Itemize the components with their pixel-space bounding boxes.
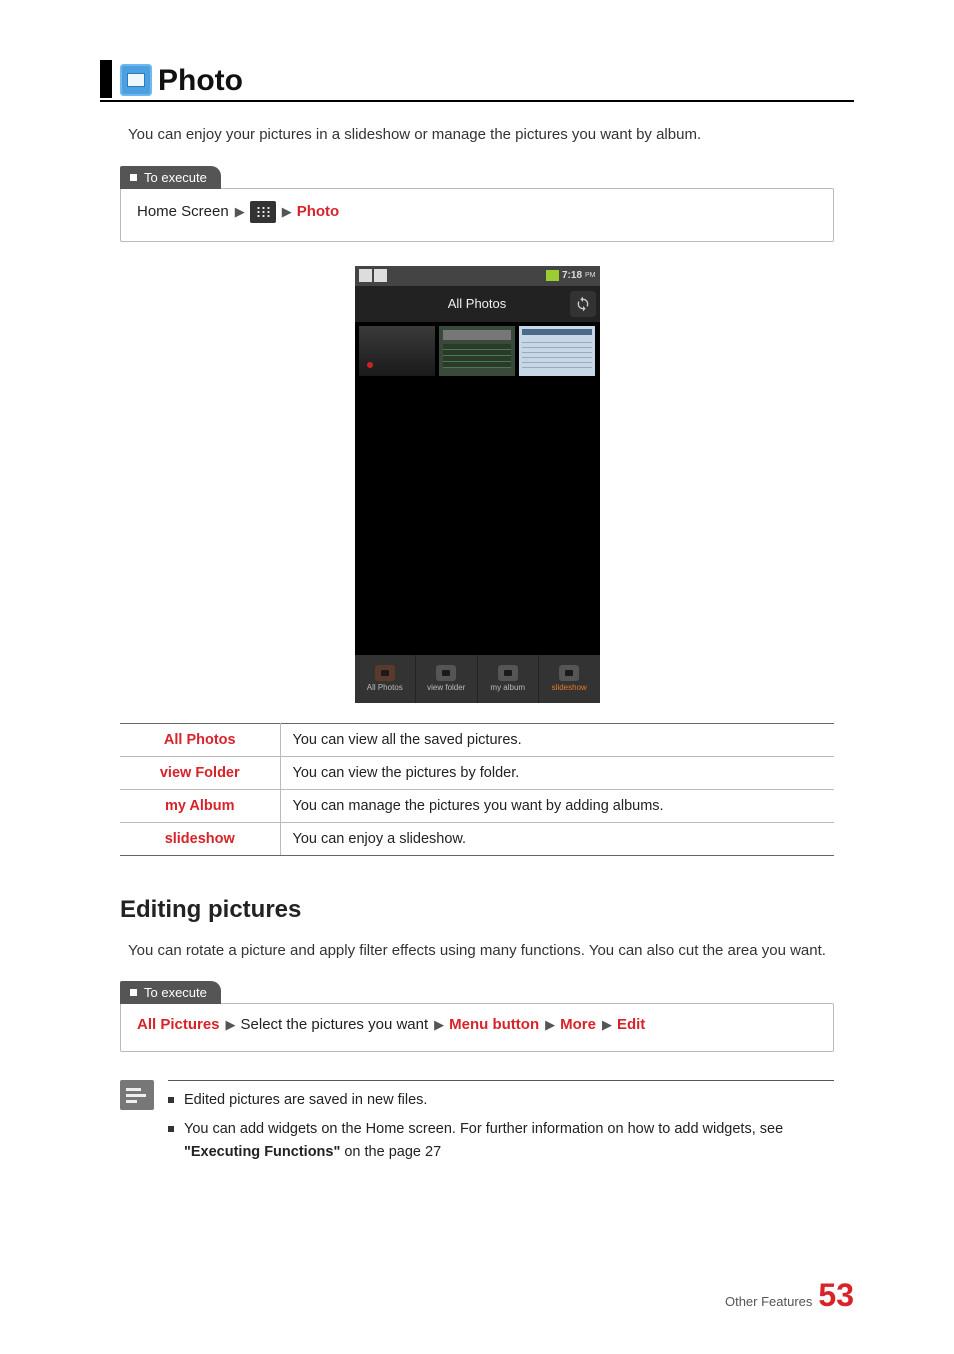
feature-desc: You can enjoy a slideshow. [280, 822, 834, 855]
feature-name: All Photos [120, 723, 280, 756]
feature-name: my Album [120, 789, 280, 822]
table-row: All Photos You can view all the saved pi… [120, 723, 834, 756]
to-execute-tab: To execute [120, 166, 221, 189]
thumbnail[interactable] [359, 326, 435, 376]
battery-icon [546, 270, 559, 281]
to-execute-label: To execute [144, 170, 207, 185]
to-execute-label: To execute [144, 985, 207, 1000]
chevron-icon: ▶ [545, 1017, 554, 1033]
debug-icon [374, 269, 387, 282]
note-text: on the page 27 [340, 1144, 441, 1160]
intro-text: You can enjoy your pictures in a slidesh… [128, 124, 854, 147]
bullet-square-icon [130, 989, 137, 996]
path-all-pictures: All Pictures [137, 1016, 220, 1033]
to-execute-tab: To execute [120, 981, 221, 1004]
apps-grid-icon [250, 201, 276, 223]
feature-desc: You can manage the pictures you want by … [280, 789, 834, 822]
album-icon [498, 665, 518, 681]
page-number: 53 [818, 1277, 854, 1314]
feature-name: slideshow [120, 822, 280, 855]
subsection-intro: You can rotate a picture and apply filte… [128, 940, 854, 963]
phone-screenshot: 7:18 PM All Photos All Photos view folde… [355, 266, 600, 703]
thumbnail[interactable] [439, 326, 515, 376]
status-bar: 7:18 PM [355, 266, 600, 286]
note-block: Edited pictures are saved in new files. … [120, 1080, 834, 1171]
note-ref: "Executing Functions" [184, 1144, 340, 1160]
tab-label: view folder [427, 683, 465, 692]
table-row: slideshow You can enjoy a slideshow. [120, 822, 834, 855]
usb-icon [359, 269, 372, 282]
photo-app-icon [120, 64, 152, 96]
chevron-icon: ▶ [602, 1017, 611, 1033]
note-text: You can add widgets on the Home screen. … [184, 1121, 783, 1137]
tab-label: slideshow [552, 683, 587, 692]
note-item: You can add widgets on the Home screen. … [168, 1118, 834, 1164]
page-footer: Other Features 53 [725, 1277, 854, 1314]
phone-screen-title: All Photos [448, 296, 507, 311]
phone-canvas [355, 380, 600, 655]
section-header: Photo [100, 60, 854, 102]
footer-section: Other Features [725, 1294, 812, 1309]
tab-slideshow[interactable]: slideshow [539, 655, 600, 703]
tab-my-album[interactable]: my album [478, 655, 540, 703]
path-home-screen: Home Screen [137, 203, 229, 220]
bullet-square-icon [130, 174, 137, 181]
chevron-icon: ▶ [434, 1017, 443, 1033]
chevron-icon: ▶ [226, 1017, 235, 1033]
status-time-suffix: PM [585, 272, 596, 279]
chevron-icon: ▶ [282, 204, 291, 220]
refresh-icon [575, 296, 591, 312]
table-row: view Folder You can view the pictures by… [120, 756, 834, 789]
feature-name: view Folder [120, 756, 280, 789]
note-item: Edited pictures are saved in new files. [168, 1089, 834, 1112]
feature-table: All Photos You can view all the saved pi… [120, 723, 834, 856]
refresh-button[interactable] [570, 291, 596, 317]
slideshow-icon [559, 665, 579, 681]
feature-desc: You can view the pictures by folder. [280, 756, 834, 789]
note-icon [120, 1080, 154, 1110]
tab-label: All Photos [367, 683, 403, 692]
tab-view-folder[interactable]: view folder [416, 655, 478, 703]
all-photos-icon [375, 665, 395, 681]
to-execute-path: Home Screen ▶ ▶ Photo [120, 188, 834, 242]
path-menu-button: Menu button [449, 1016, 539, 1033]
path-photo: Photo [297, 203, 340, 220]
chevron-icon: ▶ [235, 204, 244, 220]
status-time: 7:18 [562, 270, 582, 281]
tab-label: my album [490, 683, 525, 692]
path-more: More [560, 1016, 596, 1033]
phone-bottom-tabs: All Photos view folder my album slidesho… [355, 655, 600, 703]
phone-title-bar: All Photos [355, 286, 600, 322]
table-row: my Album You can manage the pictures you… [120, 789, 834, 822]
folder-icon [436, 665, 456, 681]
tab-all-photos[interactable]: All Photos [355, 655, 417, 703]
section-title: Photo [158, 64, 243, 98]
thumbnail[interactable] [519, 326, 595, 376]
path-select-pictures: Select the pictures you want [241, 1016, 429, 1033]
thumbnail-row [355, 322, 600, 380]
header-accent-bar [100, 60, 112, 98]
to-execute-path: All Pictures ▶ Select the pictures you w… [120, 1003, 834, 1052]
subsection-title: Editing pictures [120, 896, 854, 924]
path-edit: Edit [617, 1016, 645, 1033]
feature-desc: You can view all the saved pictures. [280, 723, 834, 756]
